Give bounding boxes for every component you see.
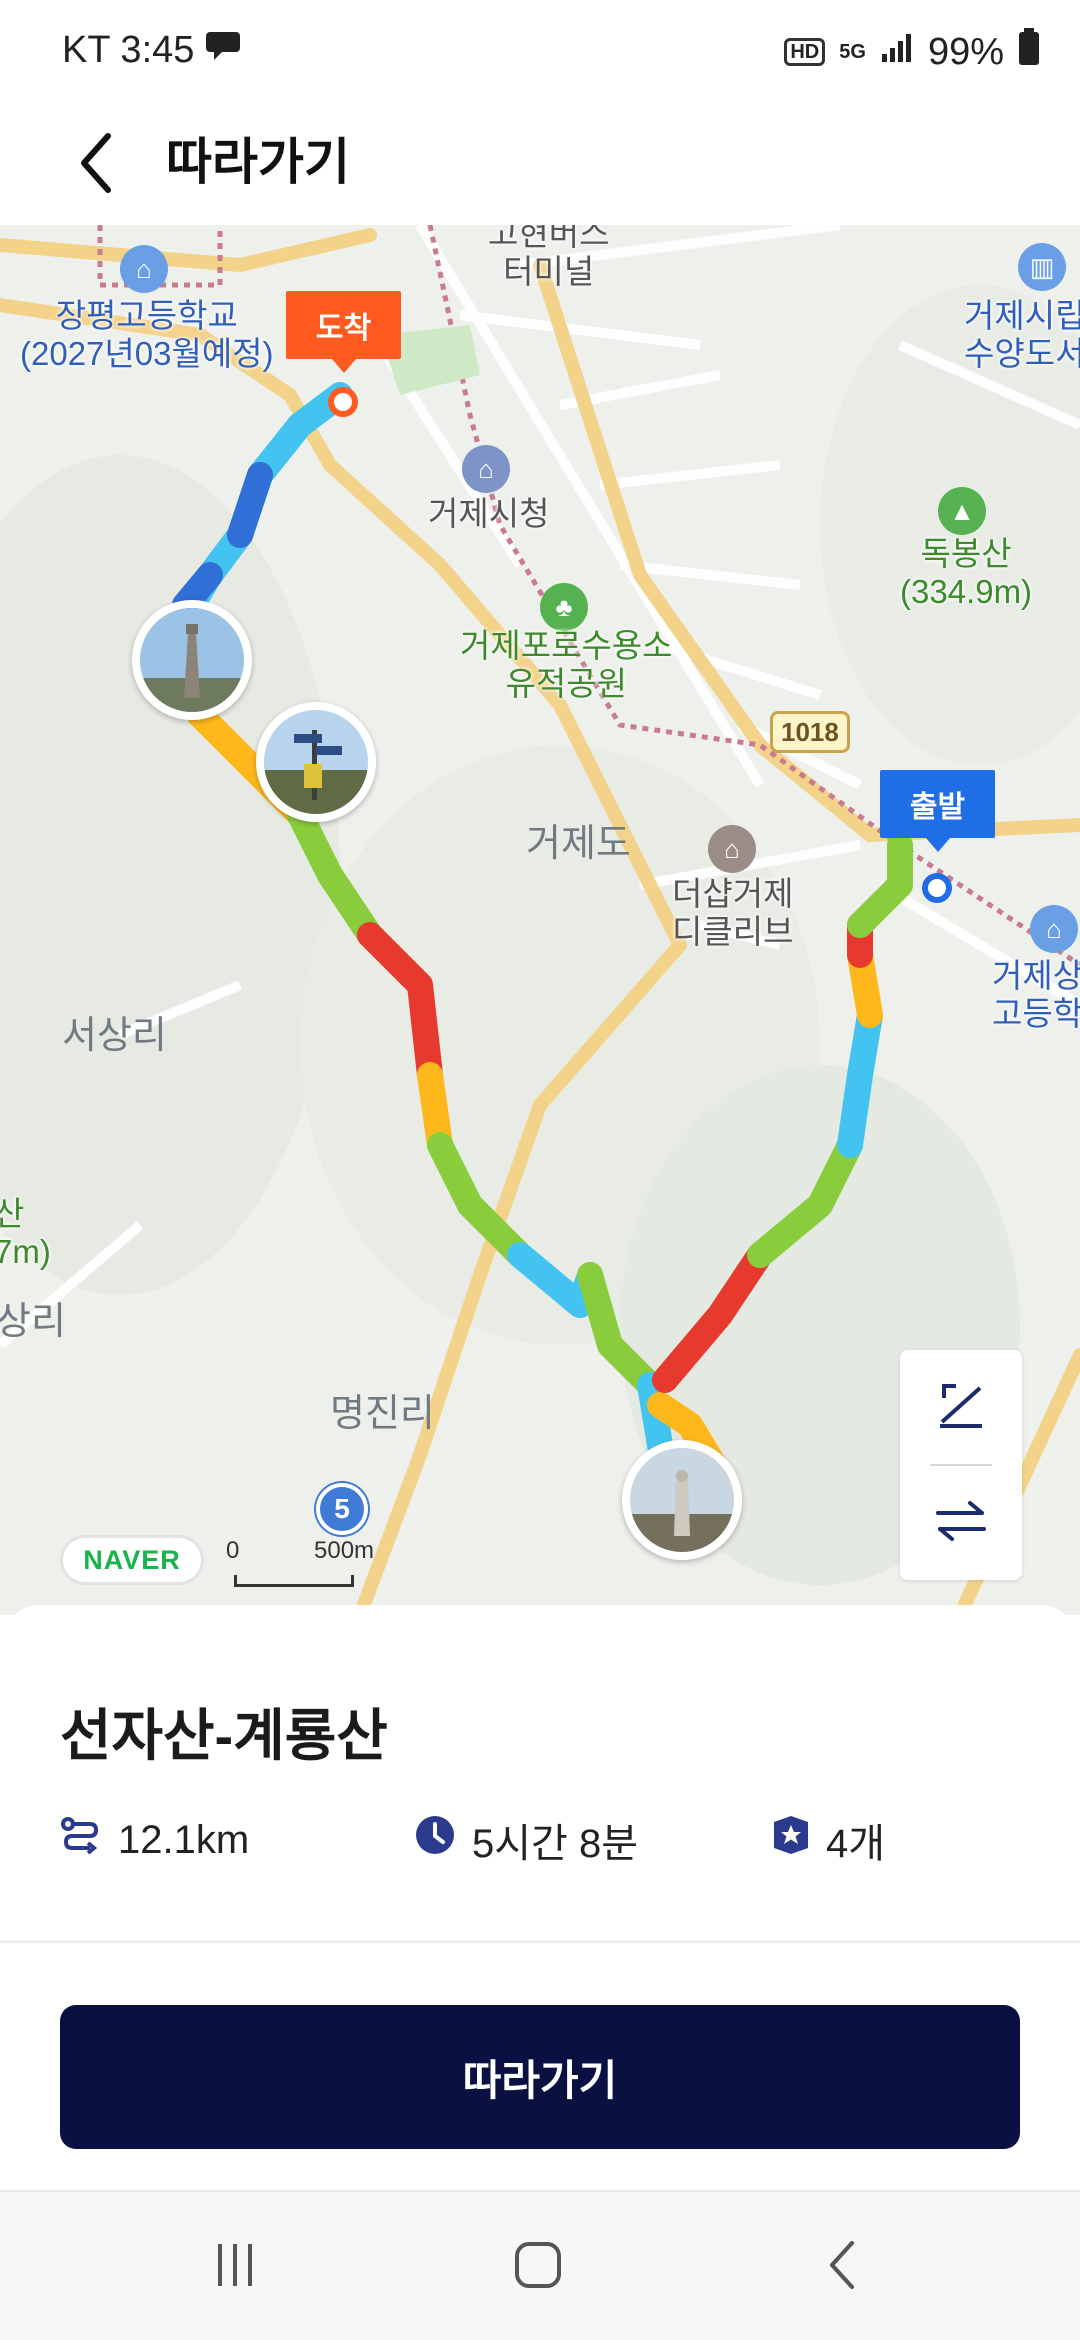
label-village-seosang: 서상리 xyxy=(62,1015,167,1057)
mountain-icon: ▲ xyxy=(938,487,986,535)
stat-distance: 12.1km xyxy=(60,1810,249,1870)
waypoint-photo-2[interactable] xyxy=(256,702,376,822)
signal-icon xyxy=(880,31,914,74)
elevation-button[interactable] xyxy=(900,1350,1022,1464)
label-library: 거제시립 수양도서 xyxy=(964,297,1080,372)
waypoint-photo-1[interactable] xyxy=(132,600,252,720)
stat-duration: 5시간 8분 xyxy=(414,1810,638,1870)
course-stats: 12.1km 5시간 8분 4개 xyxy=(60,1810,1040,1870)
label-island: 거제도 xyxy=(526,823,631,865)
city-hall-icon: ⌂ xyxy=(462,445,510,493)
route-number-badge: 5 xyxy=(316,1483,368,1535)
battery-percent: 99% xyxy=(927,30,1004,73)
nav-back-button[interactable] xyxy=(782,2222,902,2312)
label-school-right: 거제상 고등학 xyxy=(992,957,1080,1032)
road-number-badge: 1018 xyxy=(770,711,850,753)
status-left: KT 3:45 xyxy=(62,28,242,72)
star-badge-icon xyxy=(772,1814,810,1866)
carrier-time: KT 3:45 xyxy=(62,28,195,71)
map-controls xyxy=(900,1350,1022,1580)
course-title: 선자산-계룡산 xyxy=(60,1704,388,1767)
label-school-left: 장평고등학교 (2027년03월예정) xyxy=(20,297,274,372)
swap-direction-button[interactable] xyxy=(900,1466,1022,1580)
hd-voice-icon: HD xyxy=(784,38,826,66)
back-button[interactable] xyxy=(56,119,136,211)
network-type: 5G xyxy=(839,41,866,63)
stat-waypoints: 4개 xyxy=(772,1810,885,1870)
swap-direction-icon xyxy=(934,1499,988,1548)
scale-zero: 0 xyxy=(226,1537,240,1564)
home-icon xyxy=(513,2240,563,2295)
label-edge-mountain: 산 7m) xyxy=(0,1195,51,1270)
arrive-marker[interactable]: 도착 xyxy=(286,291,401,373)
follow-button[interactable]: 따라가기 xyxy=(60,2005,1020,2149)
route-icon xyxy=(60,1814,102,1866)
arrive-point-icon xyxy=(328,387,358,417)
label-bus-terminal: 고현버스 터미널 xyxy=(488,225,610,290)
label-mountain: 독봉산 (334.9m) xyxy=(900,535,1033,610)
route-map[interactable]: ⌂ ▥ ⌂ ▲ ♣ ⌂ ⌂ 고현버스 터미널 장평고등학교 (2027년03월예… xyxy=(0,225,1080,1615)
scale-distance: 500m xyxy=(314,1537,375,1564)
scale-line xyxy=(234,1575,354,1587)
library-icon: ▥ xyxy=(1018,243,1066,291)
status-right: HD 5G 99% xyxy=(784,28,1040,76)
recents-button[interactable] xyxy=(175,2222,295,2312)
school-right-icon: ⌂ xyxy=(1030,905,1078,953)
status-bar: KT 3:45 HD 5G 99% xyxy=(0,0,1080,105)
label-edge-village: 상리 xyxy=(0,1301,66,1343)
home-button[interactable] xyxy=(478,2222,598,2312)
chevron-left-icon xyxy=(76,132,116,199)
naver-logo: NAVER xyxy=(60,1535,204,1585)
clock-icon xyxy=(414,1814,456,1866)
back-icon xyxy=(822,2237,862,2298)
waypoints-value: 4개 xyxy=(826,1822,886,1866)
label-mall: 더샵거제 디클리브 xyxy=(672,875,794,950)
page-title: 따라가기 xyxy=(166,134,350,190)
school-icon: ⌂ xyxy=(120,245,168,293)
distance-value: 12.1km xyxy=(118,1817,250,1862)
map-scale-bar: 0 500m xyxy=(226,1537,406,1592)
elevation-icon xyxy=(934,1378,988,1437)
system-nav-bar xyxy=(0,2190,1080,2340)
shop-icon: ⌂ xyxy=(708,825,756,873)
park-icon: ♣ xyxy=(540,583,588,631)
label-village-myeongjin: 명진리 xyxy=(330,1393,435,1435)
battery-icon xyxy=(1018,28,1040,76)
recents-icon xyxy=(210,2240,260,2295)
duration-value: 5시간 8분 xyxy=(472,1822,639,1866)
sheet-divider xyxy=(0,1940,1080,1943)
start-point-icon xyxy=(922,873,952,903)
app-header: 따라가기 xyxy=(0,105,1080,225)
waypoint-photo-3[interactable] xyxy=(622,1440,742,1560)
chat-bubble-icon xyxy=(204,28,242,72)
label-city-hall: 거제시청 xyxy=(428,495,550,532)
start-marker[interactable]: 출발 xyxy=(880,770,995,852)
label-pow-camp: 거제포로수용소 유적공원 xyxy=(460,627,673,702)
course-info-sheet: 선자산-계룡산 12.1km 5시간 8분 4개 따라가기 xyxy=(0,1605,1080,2180)
